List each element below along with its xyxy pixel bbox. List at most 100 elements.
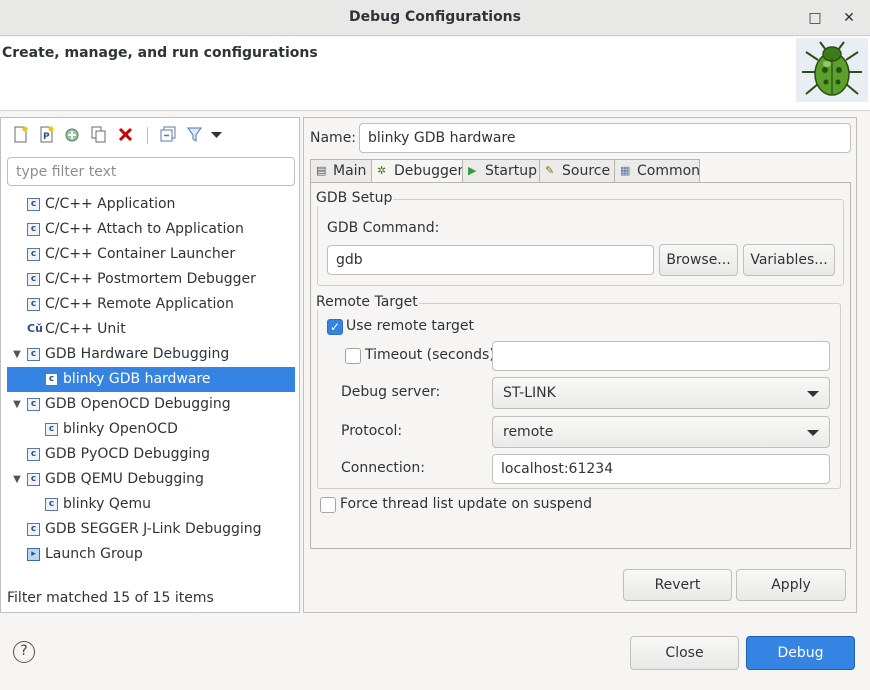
c-config-icon: c — [45, 373, 58, 386]
tab-label: Debugger — [394, 163, 464, 179]
name-input[interactable]: blinky GDB hardware — [359, 123, 851, 153]
c-config-icon: c — [27, 398, 40, 411]
tab-source[interactable]: ✎ Source — [539, 159, 615, 183]
tree-category-item[interactable]: ▼ c GDB OpenOCD Debugging — [1, 392, 299, 417]
title-bar: Debug Configurations □ ✕ — [0, 0, 870, 36]
tree-item-label: blinky GDB hardware — [63, 371, 211, 387]
configuration-list-panel: P c C/C++ Application c C/C++ Attach to App… — [0, 117, 300, 613]
tree-category-item[interactable]: c C/C++ Attach to Application — [1, 217, 299, 242]
timeout-checkbox[interactable] — [345, 348, 361, 364]
tree-child-item[interactable]: c blinky Qemu — [1, 492, 299, 517]
timeout-field[interactable] — [492, 341, 830, 371]
use-remote-label: Use remote target — [346, 318, 474, 334]
tree-item-label: C/C++ Application — [45, 196, 176, 212]
tree-item-label: C/C++ Postmortem Debugger — [45, 271, 256, 287]
chevron-down-icon — [807, 391, 819, 397]
tree-item-label: GDB PyOCD Debugging — [45, 446, 211, 462]
debug-server-select[interactable]: ST-LINK — [492, 377, 830, 409]
new-prototype-icon[interactable]: P — [38, 126, 55, 143]
filter-input[interactable] — [7, 157, 295, 186]
collapse-all-icon[interactable] — [160, 126, 177, 143]
variables-button[interactable]: Variables... — [743, 244, 835, 276]
tab-label: Common — [637, 163, 701, 179]
filter-icon[interactable] — [186, 126, 203, 143]
c-config-icon: c — [27, 448, 40, 461]
expand-toggle-icon[interactable]: ▼ — [10, 342, 24, 367]
gdb-command-field[interactable]: gdb — [327, 245, 654, 275]
tree-item-label: blinky OpenOCD — [63, 421, 178, 437]
connection-label: Connection: — [341, 460, 425, 476]
tree-item-label: Launch Group — [45, 546, 143, 562]
header-title: Create, manage, and run configurations — [2, 45, 318, 61]
force-thread-label: Force thread list update on suspend — [340, 496, 593, 512]
close-window-button[interactable]: ✕ — [839, 8, 859, 28]
debug-button[interactable]: Debug — [746, 636, 855, 670]
tree-item-label: C/C++ Remote Application — [45, 296, 234, 312]
tab-debugger[interactable]: ✲ Debugger — [371, 159, 463, 184]
tree-item-label: GDB OpenOCD Debugging — [45, 396, 231, 412]
c-config-icon: c — [27, 223, 40, 236]
chevron-down-icon — [807, 430, 819, 436]
c-config-icon: c — [27, 473, 40, 486]
gdb-command-label: GDB Command: — [327, 220, 440, 236]
revert-button[interactable]: Revert — [623, 569, 732, 601]
c-unit-icon: Cǔ — [27, 322, 43, 335]
tree-category-item[interactable]: ▼ c GDB Hardware Debugging — [1, 342, 299, 367]
delete-icon[interactable] — [117, 126, 134, 143]
protocol-select[interactable]: remote — [492, 416, 830, 448]
name-label: Name: — [310, 130, 357, 146]
tree-category-item[interactable]: ▼ c GDB QEMU Debugging — [1, 467, 299, 492]
tab-label: Main — [333, 163, 367, 179]
debug-server-value: ST-LINK — [503, 385, 556, 401]
tab-common[interactable]: ▦ Common — [614, 159, 700, 183]
tree-category-item[interactable]: Cǔ C/C++ Unit — [1, 317, 299, 342]
tree-child-item[interactable]: c blinky GDB hardware — [7, 367, 295, 392]
tab-label: Startup — [485, 163, 537, 179]
debugger-tab-content: GDB Setup GDB Command: gdb Browse... Var… — [310, 182, 851, 549]
c-config-icon: c — [27, 273, 40, 286]
tree-category-item[interactable]: c GDB SEGGER J-Link Debugging — [1, 517, 299, 542]
tree-category-item[interactable]: c C/C++ Postmortem Debugger — [1, 267, 299, 292]
gdb-setup-legend: GDB Setup — [315, 190, 394, 206]
tree-category-item[interactable]: ▸ Launch Group — [1, 542, 299, 567]
tree-child-item[interactable]: c blinky OpenOCD — [1, 417, 299, 442]
expand-toggle-icon[interactable]: ▼ — [10, 467, 24, 492]
new-config-icon[interactable] — [12, 126, 29, 143]
tree-category-item[interactable]: c C/C++ Application — [1, 192, 299, 217]
maximize-button[interactable]: □ — [805, 8, 825, 28]
tab-label: Source — [562, 163, 611, 179]
c-config-icon: c — [27, 298, 40, 311]
tree-category-item[interactable]: c C/C++ Container Launcher — [1, 242, 299, 267]
apply-button[interactable]: Apply — [736, 569, 846, 601]
c-config-icon: c — [27, 348, 40, 361]
tree-category-item[interactable]: c GDB PyOCD Debugging — [1, 442, 299, 467]
tree-item-label: C/C++ Attach to Application — [45, 221, 244, 237]
use-remote-checkbox[interactable]: ✓ — [327, 319, 343, 335]
timeout-label: Timeout (seconds): — [365, 347, 500, 363]
main-tab-icon: ▤ — [316, 164, 327, 177]
protocol-label: Protocol: — [341, 423, 403, 439]
protocol-value: remote — [503, 424, 554, 440]
tree-category-item[interactable]: c C/C++ Remote Application — [1, 292, 299, 317]
connection-field[interactable]: localhost:61234 — [492, 454, 830, 484]
browse-button[interactable]: Browse... — [659, 244, 738, 276]
tree-item-label: GDB Hardware Debugging — [45, 346, 230, 362]
duplicate-icon[interactable] — [90, 126, 107, 143]
left-toolbar: P — [1, 118, 299, 152]
view-menu-icon[interactable] — [208, 126, 225, 143]
c-config-icon: c — [45, 423, 58, 436]
tree-item-label: C/C++ Unit — [45, 321, 126, 337]
expand-toggle-icon[interactable]: ▼ — [10, 392, 24, 417]
c-config-icon: c — [27, 248, 40, 261]
tree-item-label: GDB QEMU Debugging — [45, 471, 204, 487]
tab-main[interactable]: ▤ Main — [310, 159, 372, 183]
help-icon[interactable]: ? — [13, 641, 35, 663]
close-button[interactable]: Close — [630, 636, 739, 670]
startup-tab-icon: ▶ — [468, 164, 477, 177]
force-thread-checkbox[interactable] — [320, 497, 336, 513]
debug-server-label: Debug server: — [341, 384, 441, 400]
tab-startup[interactable]: ▶ Startup — [462, 159, 540, 183]
export-icon[interactable] — [64, 126, 81, 143]
toolbar-separator — [147, 127, 148, 144]
tree-item-label: GDB SEGGER J-Link Debugging — [45, 521, 262, 537]
